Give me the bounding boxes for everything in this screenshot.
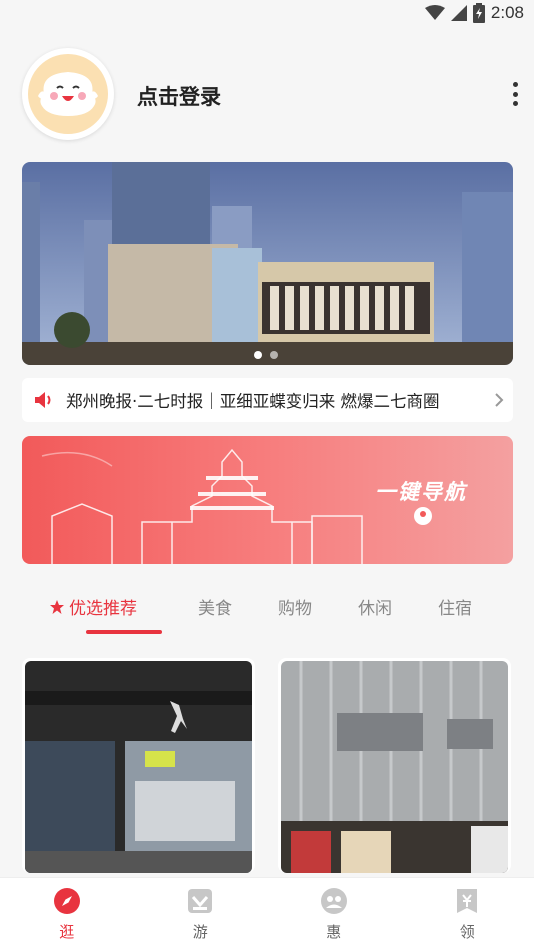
active-tab-indicator [86, 630, 162, 634]
news-ticker[interactable]: 郑州晚报·二七时报｜亚细亚蝶变归来 燃爆二七商圈 [22, 378, 513, 422]
discount-icon [319, 886, 349, 916]
profile-header: 点击登录 [22, 48, 522, 142]
nav-label: 游 [192, 923, 208, 941]
one-click-navigation-card[interactable]: 一键导航 [22, 436, 513, 564]
shop-card[interactable] [22, 658, 255, 873]
status-bar: 2:08 [0, 0, 534, 30]
nav-item-discount[interactable]: 惠 [267, 878, 401, 950]
nav-label: 逛 [59, 923, 75, 941]
news-headline[interactable]: 郑州晚报·二七时报｜亚细亚蝶变归来 燃爆二七商圈 [66, 388, 485, 412]
more-menu-button[interactable] [508, 80, 522, 108]
shop-image-sportswear-store [25, 661, 252, 873]
tab-leisure[interactable]: 休闲 [358, 590, 392, 619]
more-icon-dot [512, 101, 518, 106]
banner-carousel[interactable] [22, 162, 513, 365]
tab-recommended[interactable]: 优选推荐 [50, 590, 137, 619]
ghost-mascot-icon [38, 72, 98, 116]
chevron-right-icon[interactable] [485, 392, 513, 408]
status-time: 2:08 [490, 3, 524, 22]
wifi-icon [424, 5, 445, 20]
shop-card[interactable] [278, 658, 511, 873]
more-icon-dot [512, 82, 518, 87]
nav-label: 领 [459, 923, 475, 941]
compass-icon [52, 886, 82, 916]
scenic-icon [185, 886, 215, 916]
tab-lodging[interactable]: 住宿 [438, 590, 472, 619]
navigation-label: 一键导航 [375, 480, 467, 504]
star-icon [50, 599, 64, 614]
coupon-icon [452, 886, 482, 916]
tab-food[interactable]: 美食 [198, 590, 232, 619]
carousel-indicators [254, 351, 278, 359]
nav-label: 惠 [326, 923, 342, 941]
speaker-icon [22, 391, 66, 409]
carousel-dot[interactable] [254, 351, 262, 359]
avatar[interactable] [22, 48, 114, 140]
shop-image-semir-store [281, 661, 508, 873]
category-tabs: 优选推荐 美食 购物 休闲 住宿 [22, 590, 513, 638]
login-link[interactable]: 点击登录 [137, 81, 221, 111]
banner-image [22, 162, 513, 365]
battery-icon [472, 3, 485, 23]
tab-label: 优选推荐 [69, 599, 137, 619]
nav-item-browse[interactable]: 逛 [0, 878, 134, 950]
more-icon-dot [512, 91, 518, 97]
bottom-navigation: 逛 游 惠 领 [0, 877, 534, 950]
carousel-dot[interactable] [270, 351, 278, 359]
status-icons: 2:08 [424, 3, 524, 23]
nav-item-tour[interactable]: 游 [134, 878, 268, 950]
signal-icon [450, 5, 467, 21]
nav-item-coupon[interactable]: 领 [401, 878, 534, 950]
tab-shopping[interactable]: 购物 [278, 590, 312, 619]
